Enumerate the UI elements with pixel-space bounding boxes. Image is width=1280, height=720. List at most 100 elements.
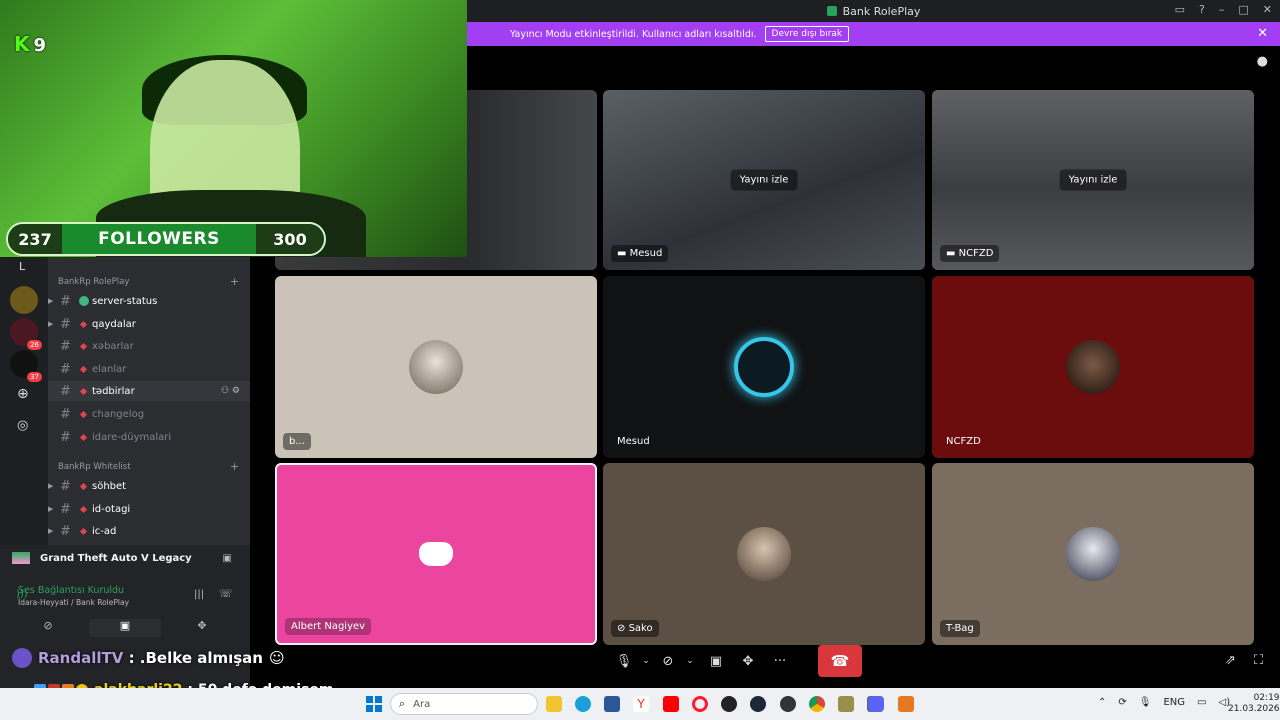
expand-icon[interactable]: ▶ bbox=[48, 482, 53, 490]
discord-window: L 26 37 ⊕ ◎ BankRp RolePlay + ▶ # server-s… bbox=[0, 0, 1280, 698]
close-icon[interactable]: ✕ bbox=[1257, 26, 1268, 41]
camera-options-chevron-icon[interactable]: ⌄ bbox=[680, 645, 700, 677]
window-controls: ▭ ? – □ ✕ bbox=[1175, 3, 1272, 16]
disconnect-call-button[interactable]: ☎ bbox=[818, 645, 862, 677]
video-tile[interactable]: Albert Nagiyev bbox=[275, 463, 597, 645]
channel-item[interactable]: ▶ # söhbet bbox=[48, 476, 250, 496]
channel-item[interactable]: ▶ # id-otagi bbox=[48, 499, 250, 519]
inbox-icon[interactable]: ▭ bbox=[1175, 3, 1185, 16]
chat-icon[interactable]: ● bbox=[1257, 54, 1268, 69]
video-tile[interactable]: Yayını izle ▬ NCFZD bbox=[932, 90, 1254, 270]
activities-button[interactable]: ✥ bbox=[166, 619, 238, 637]
app-icon[interactable] bbox=[838, 696, 854, 712]
camera-off-button[interactable]: ⊘ bbox=[12, 619, 84, 637]
youtube-icon[interactable] bbox=[663, 696, 679, 712]
help-icon[interactable]: ? bbox=[1199, 3, 1205, 16]
category-header[interactable]: BankRp Whitelist + bbox=[58, 460, 239, 473]
voice-status[interactable]: Ses Bağlantısı Kuruldu İdara-Heyyati / B… bbox=[18, 585, 129, 607]
video-tile[interactable]: Mesud bbox=[603, 276, 925, 458]
followers-goal: 300 bbox=[256, 224, 324, 254]
watch-stream-button[interactable]: Yayını izle bbox=[1059, 169, 1127, 191]
screen-share-button[interactable]: ▣ bbox=[700, 645, 732, 677]
hash-icon: # bbox=[60, 316, 71, 332]
channel-item[interactable]: ▶ # ic-ad bbox=[48, 521, 250, 541]
more-options-button[interactable]: ··· bbox=[764, 645, 796, 677]
microphone-button[interactable]: 🎙 bbox=[612, 645, 636, 677]
channel-settings-icon[interactable]: ⚇ ⚙ bbox=[221, 386, 240, 396]
minimize-button[interactable]: – bbox=[1219, 3, 1225, 16]
store-icon[interactable] bbox=[604, 696, 620, 712]
expand-icon[interactable]: ▶ bbox=[48, 505, 53, 513]
sync-icon[interactable]: ⟳ bbox=[1118, 697, 1126, 708]
chevron-up-icon[interactable]: ⌃ bbox=[1098, 697, 1106, 708]
edge-icon[interactable] bbox=[575, 696, 591, 712]
video-tile[interactable]: NCFZD bbox=[932, 276, 1254, 458]
watch-stream-button[interactable]: Yayını izle bbox=[730, 169, 798, 191]
server-icon[interactable] bbox=[10, 286, 38, 314]
video-tile[interactable]: T-Bag bbox=[932, 463, 1254, 645]
yandex-icon[interactable]: Y bbox=[633, 696, 649, 712]
server-icon[interactable]: 37 bbox=[10, 350, 42, 382]
participant-label: ⊘ Sako bbox=[611, 620, 659, 637]
network-icon[interactable]: ▭ bbox=[1197, 697, 1206, 708]
add-channel-icon[interactable]: + bbox=[230, 460, 239, 473]
start-icon[interactable] bbox=[366, 696, 382, 712]
fullscreen-icon[interactable]: ⛶ bbox=[1254, 653, 1263, 668]
video-tile[interactable]: Yayını izle ▬ Mesud bbox=[603, 90, 925, 270]
server-icon[interactable]: 26 bbox=[10, 318, 42, 350]
channel-list: BankRp RolePlay + ▶ # server-status ▶ # qayd… bbox=[48, 255, 250, 545]
add-channel-icon[interactable]: + bbox=[230, 275, 239, 288]
expand-icon[interactable]: ▶ bbox=[48, 527, 53, 535]
search-placeholder: Ara bbox=[413, 698, 431, 710]
mic-options-chevron-icon[interactable]: ⌄ bbox=[636, 645, 656, 677]
channel-item[interactable]: # idare-düymalari bbox=[48, 427, 250, 447]
channel-item[interactable]: ▶ # server-status bbox=[48, 291, 250, 311]
screen-icon: ▬ bbox=[946, 248, 959, 259]
video-tile[interactable]: ⊘ Sako bbox=[603, 463, 925, 645]
steam-icon[interactable] bbox=[750, 696, 766, 712]
add-server-icon[interactable]: ⊕ bbox=[17, 386, 29, 402]
channel-item[interactable]: ▶ # qaydalar bbox=[48, 314, 250, 334]
disable-streamer-mode-button[interactable]: Devre dışı bırak bbox=[764, 26, 850, 42]
app-logo-icon bbox=[826, 6, 837, 16]
channel-item[interactable]: # xəbarlar bbox=[48, 336, 250, 356]
system-tray: ⌃ ⟳ 🎙 ENG ▭ ◁) bbox=[1098, 697, 1230, 708]
category-header[interactable]: BankRp RolePlay + bbox=[58, 275, 239, 288]
explore-icon[interactable]: ◎ bbox=[17, 418, 28, 433]
discord-icon[interactable] bbox=[868, 696, 884, 712]
diamond-icon bbox=[79, 342, 88, 350]
taskbar-search[interactable]: ⌕ Ara bbox=[390, 693, 538, 715]
maximize-button[interactable]: □ bbox=[1238, 3, 1248, 16]
hash-icon: # bbox=[60, 361, 71, 377]
popout-icon[interactable]: ⇗ bbox=[1225, 653, 1236, 668]
file-explorer-icon[interactable] bbox=[546, 696, 562, 712]
participant-label: Albert Nagiyev bbox=[285, 618, 372, 635]
screen-share-button[interactable]: ▣ bbox=[89, 619, 161, 637]
soundboard-icon[interactable]: ||| bbox=[194, 589, 204, 600]
app-icon[interactable] bbox=[721, 696, 737, 712]
media-player-icon[interactable] bbox=[780, 696, 796, 712]
speaking-avatar bbox=[734, 337, 794, 397]
opera-icon[interactable] bbox=[692, 696, 708, 712]
expand-icon[interactable]: ▶ bbox=[48, 297, 53, 305]
avatar bbox=[1066, 340, 1120, 394]
activities-button[interactable]: ✥ bbox=[732, 645, 764, 677]
chrome-icon[interactable] bbox=[809, 696, 825, 712]
mic-icon[interactable]: 🎙 bbox=[1139, 697, 1152, 708]
followers-current: 237 bbox=[8, 224, 62, 254]
clock[interactable]: 02:19 21.03.2026 bbox=[1228, 693, 1280, 715]
game-icon bbox=[12, 552, 30, 564]
stream-icon[interactable]: ▣ bbox=[223, 553, 232, 564]
video-tile[interactable]: b... bbox=[275, 276, 597, 458]
channel-item[interactable]: # changelog bbox=[48, 404, 250, 424]
game-title: Grand Theft Auto V Legacy bbox=[40, 552, 192, 564]
channel-item[interactable]: # elanlar bbox=[48, 359, 250, 379]
close-button[interactable]: ✕ bbox=[1263, 3, 1272, 16]
language-indicator[interactable]: ENG bbox=[1163, 697, 1185, 708]
camera-button[interactable]: ⊘ bbox=[656, 645, 680, 677]
activity-row[interactable]: Grand Theft Auto V Legacy ▣ bbox=[12, 549, 238, 567]
channel-item[interactable]: # tədbirlar ⚇ ⚙ bbox=[48, 381, 250, 401]
app-icon[interactable] bbox=[898, 696, 914, 712]
disconnect-icon[interactable]: ☏ bbox=[219, 587, 233, 600]
expand-icon[interactable]: ▶ bbox=[48, 320, 53, 328]
